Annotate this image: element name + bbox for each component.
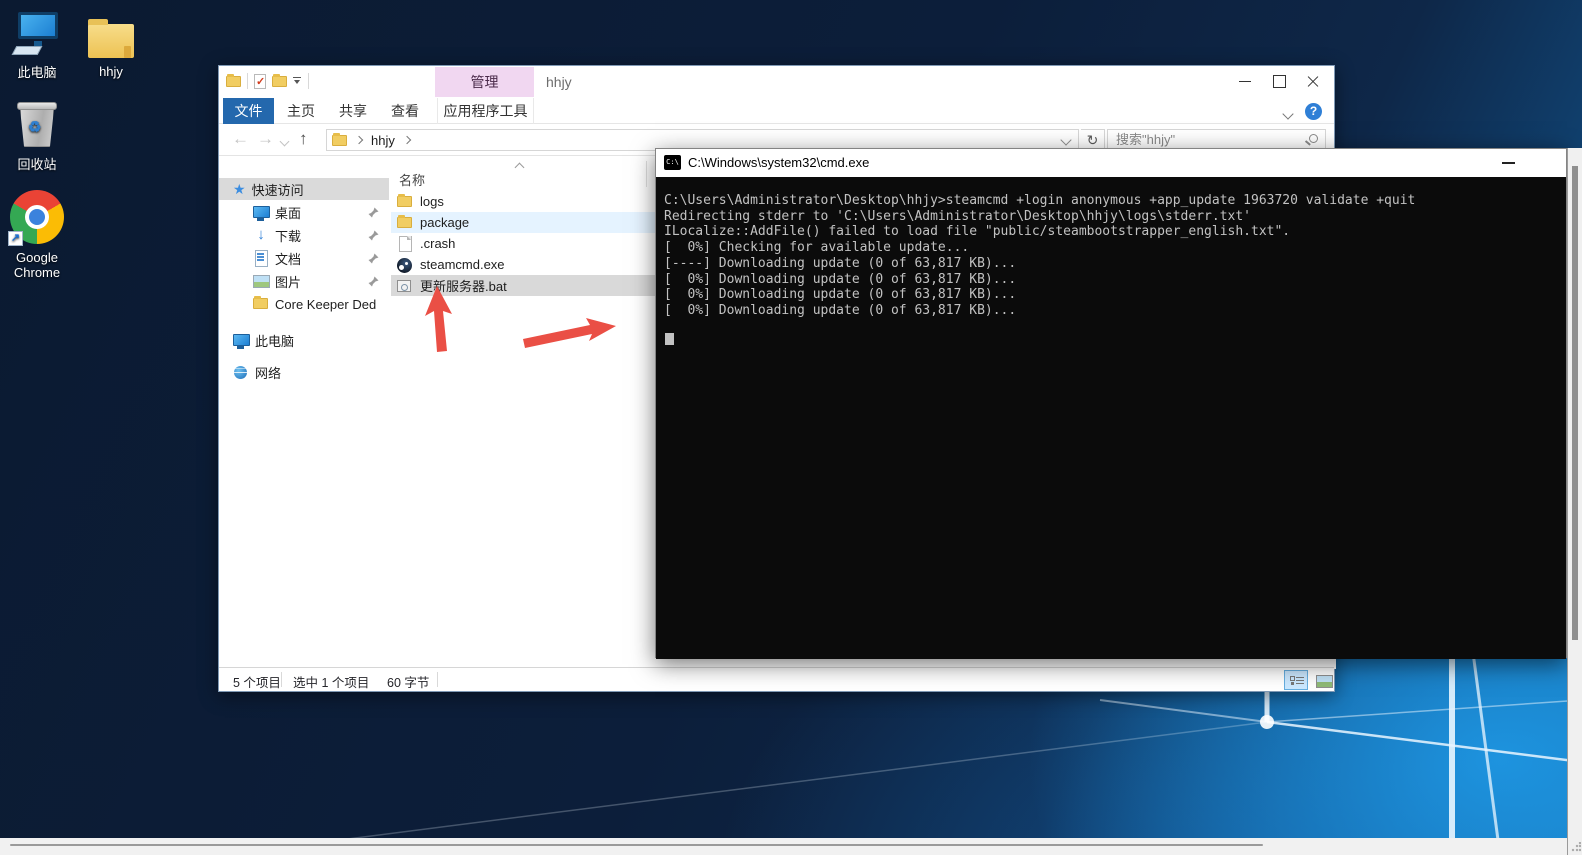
shortcut-arrow-icon: ↗ bbox=[8, 231, 23, 246]
cmd-window-title: C:\Windows\system32\cmd.exe bbox=[688, 155, 869, 170]
details-view-button[interactable] bbox=[1284, 670, 1308, 690]
sidebar-item-network[interactable]: 网络 bbox=[219, 361, 389, 383]
explorer-titlebar[interactable]: 管理 hhjy bbox=[219, 66, 1334, 98]
contextual-tab-group: 管理 bbox=[435, 67, 534, 97]
column-header-name[interactable]: 名称 bbox=[399, 170, 425, 189]
maximize-button[interactable] bbox=[1262, 66, 1296, 96]
background-window-bottom-edge bbox=[0, 838, 1582, 855]
sidebar-item-documents[interactable]: 文档 bbox=[219, 247, 389, 269]
recycle-bin-icon: ♻ bbox=[15, 102, 59, 148]
desktop-icon-label: hhjy bbox=[74, 64, 148, 79]
navigation-pane: ★ 快速访问 桌面 ↓ 下载 文档 图片 bbox=[219, 156, 389, 669]
chrome-icon: ↗ bbox=[10, 190, 64, 244]
tab-home[interactable]: 主页 bbox=[281, 98, 321, 124]
desktop-icon-label: Google Chrome bbox=[0, 250, 74, 280]
up-button[interactable]: ↑ bbox=[299, 124, 308, 156]
console-text: C:\Users\Administrator\Desktop\hhjy>stea… bbox=[664, 193, 1415, 319]
breadcrumb[interactable]: hhjy bbox=[371, 133, 395, 148]
desktop-icon-hhjy[interactable]: hhjy bbox=[74, 10, 148, 79]
desktop-icon bbox=[253, 204, 269, 220]
sidebar-item-desktop[interactable]: 桌面 bbox=[219, 201, 389, 223]
background-window-right-edge bbox=[1567, 148, 1582, 855]
background-window-divider bbox=[10, 844, 1263, 846]
item-count: 5 个项目 bbox=[233, 672, 281, 691]
properties-icon[interactable] bbox=[254, 74, 266, 89]
search-placeholder: 搜索"hhjy" bbox=[1116, 132, 1175, 147]
tab-app-tools[interactable]: 应用程序工具 bbox=[437, 98, 534, 124]
network-icon bbox=[233, 364, 249, 380]
breadcrumb-separator-icon bbox=[355, 136, 363, 144]
downloads-icon: ↓ bbox=[253, 227, 269, 243]
collapse-ribbon-icon[interactable] bbox=[1284, 106, 1292, 121]
help-icon[interactable]: ? bbox=[1305, 103, 1322, 120]
folder-icon bbox=[397, 194, 413, 210]
large-icons-view-button[interactable] bbox=[1311, 670, 1335, 690]
breadcrumb-separator-icon[interactable] bbox=[403, 136, 411, 144]
folder-icon bbox=[253, 296, 269, 312]
recent-locations-icon[interactable] bbox=[280, 137, 290, 147]
selected-count: 选中 1 个项目 bbox=[293, 672, 369, 691]
forward-button[interactable]: → bbox=[257, 124, 274, 156]
pin-icon bbox=[368, 230, 379, 241]
sidebar-item-downloads[interactable]: ↓ 下载 bbox=[219, 224, 389, 246]
desktop-icon-google-chrome[interactable]: ↗ Google Chrome bbox=[0, 196, 74, 280]
steam-icon bbox=[397, 257, 413, 273]
sidebar-item-quick-access[interactable]: ★ 快速访问 bbox=[219, 178, 389, 200]
desktop-icon-recycle-bin[interactable]: ♻ 回收站 bbox=[0, 100, 74, 173]
pictures-icon bbox=[253, 273, 269, 289]
search-icon bbox=[1309, 134, 1318, 143]
tab-file[interactable]: 文件 bbox=[223, 98, 274, 124]
quick-access-icon: ★ bbox=[233, 181, 246, 198]
desktop: 此电脑 hhjy ♻ 回收站 ↗ Google Chrome 管理 hhjy bbox=[0, 0, 1582, 855]
folder-icon bbox=[88, 24, 134, 58]
file-icon bbox=[397, 236, 413, 252]
close-button[interactable] bbox=[1296, 66, 1330, 96]
status-bar: 5 个项目 选中 1 个项目 60 字节 bbox=[219, 667, 1334, 691]
selected-size: 60 字节 bbox=[387, 672, 429, 691]
console-output[interactable]: C:\Users\Administrator\Desktop\hhjy>stea… bbox=[656, 177, 1566, 659]
cmd-titlebar[interactable]: C:\ C:\Windows\system32\cmd.exe bbox=[656, 149, 1566, 177]
ribbon-tabs: 文件 主页 共享 查看 应用程序工具 ? bbox=[219, 98, 1334, 124]
sidebar-item-core-keeper[interactable]: Core Keeper Ded bbox=[219, 293, 389, 315]
sidebar-item-this-pc[interactable]: 此电脑 bbox=[219, 329, 389, 351]
desktop-icon-this-pc[interactable]: 此电脑 bbox=[0, 8, 74, 81]
breadcrumb-folder-icon bbox=[332, 135, 347, 146]
cmd-window: C:\ C:\Windows\system32\cmd.exe C:\Users… bbox=[655, 148, 1567, 658]
tab-share[interactable]: 共享 bbox=[333, 98, 373, 124]
sort-ascending-icon bbox=[515, 163, 525, 173]
sidebar-item-pictures[interactable]: 图片 bbox=[219, 270, 389, 292]
desktop-icon-label: 回收站 bbox=[0, 154, 74, 173]
back-button[interactable]: ← bbox=[232, 124, 249, 156]
minimize-button[interactable] bbox=[1228, 66, 1262, 96]
cmd-icon: C:\ bbox=[664, 155, 681, 170]
pin-icon bbox=[368, 276, 379, 287]
this-pc-icon bbox=[14, 12, 60, 56]
window-title: hhjy bbox=[546, 66, 572, 98]
pin-icon bbox=[368, 207, 379, 218]
desktop-icon-label: 此电脑 bbox=[0, 62, 74, 81]
scrollbar-thumb[interactable] bbox=[1572, 166, 1578, 640]
customize-qat-icon[interactable] bbox=[293, 77, 302, 86]
cmd-minimize-button[interactable] bbox=[1492, 149, 1526, 175]
folder-icon bbox=[397, 215, 413, 231]
batch-file-icon bbox=[397, 278, 413, 294]
pin-icon bbox=[368, 253, 379, 264]
tab-view[interactable]: 查看 bbox=[385, 98, 425, 124]
this-pc-icon bbox=[233, 332, 249, 348]
explorer-app-icon bbox=[226, 76, 241, 87]
resize-grip-icon[interactable] bbox=[1571, 842, 1581, 852]
documents-icon bbox=[253, 250, 269, 266]
address-dropdown-icon[interactable] bbox=[1060, 134, 1071, 145]
new-folder-icon[interactable] bbox=[272, 76, 287, 87]
column-divider[interactable] bbox=[646, 161, 647, 187]
quick-access-toolbar bbox=[226, 73, 309, 89]
console-cursor bbox=[665, 333, 674, 345]
